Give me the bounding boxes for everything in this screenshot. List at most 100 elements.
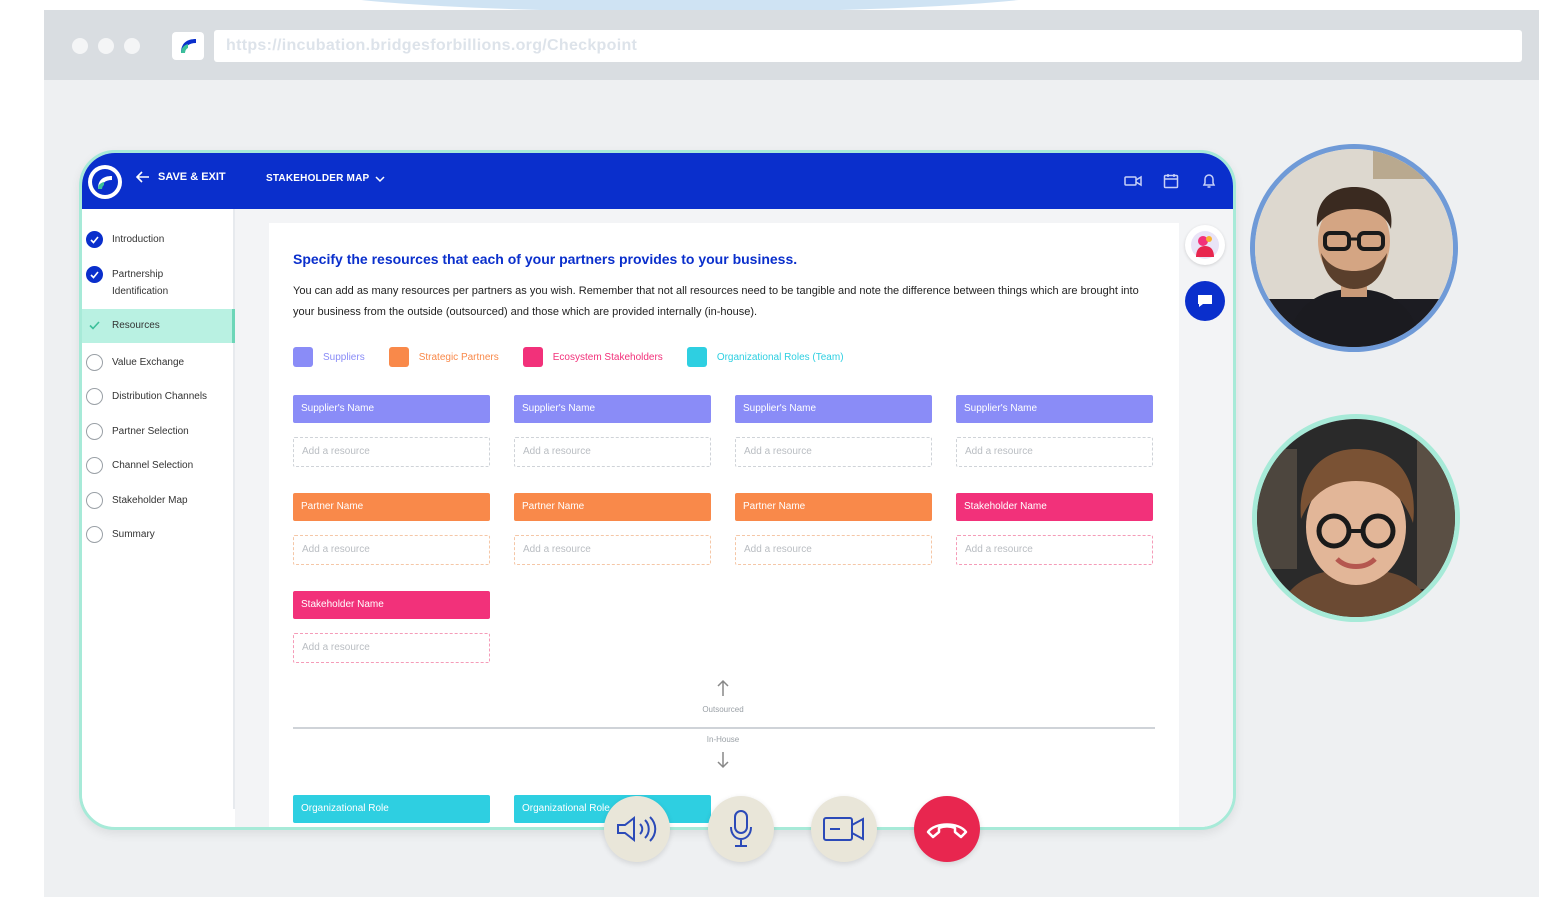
legend-label: Strategic Partners — [418, 351, 499, 363]
window-dot-close[interactable] — [72, 38, 88, 54]
sidebar-item-channel-selection[interactable]: Channel Selection — [86, 457, 193, 474]
side-actions — [1185, 225, 1231, 321]
legend-swatch — [388, 347, 409, 367]
chat-button[interactable] — [1185, 281, 1225, 321]
legend-swatch — [522, 347, 543, 367]
stakeholder-card: Stakeholder Name Add a resource — [956, 493, 1153, 565]
add-resource-field[interactable]: Add a resource — [956, 535, 1153, 565]
stakeholder-map-dropdown[interactable]: STAKEHOLDER MAP — [266, 173, 385, 184]
app-header: SAVE & EXIT STAKEHOLDER MAP — [82, 153, 1233, 209]
window-dot-minimize[interactable] — [98, 38, 114, 54]
empty-circle-icon — [86, 526, 103, 543]
card-name-field[interactable]: Partner Name — [514, 493, 711, 521]
sidebar-item-partnership-identification[interactable]: Partnership Identification — [86, 266, 206, 300]
inhouse-label: In-House — [706, 735, 740, 744]
calendar-icon[interactable] — [1161, 171, 1181, 191]
sidebar-item-label: Summary — [112, 529, 155, 540]
app-window: SAVE & EXIT STAKEHOLDER MAP Introduction… — [79, 150, 1236, 830]
video-icon[interactable] — [1123, 171, 1143, 191]
card-name-field[interactable]: Partner Name — [293, 493, 490, 521]
sidebar-item-label: Distribution Channels — [112, 391, 208, 402]
divider-line — [293, 727, 1155, 729]
sidebar-item-label: Partner Selection — [112, 426, 189, 437]
save-exit-button[interactable]: SAVE & EXIT — [136, 171, 226, 183]
site-favicon-icon — [172, 32, 204, 60]
check-icon — [86, 266, 103, 283]
legend-item-ecosystem-stakeholders: Ecosystem Stakeholders — [522, 347, 663, 367]
organizational-role-card: Organizational Role — [293, 795, 490, 823]
arrow-down-icon — [717, 752, 729, 769]
sidebar-item-resources[interactable]: Resources — [82, 309, 235, 343]
camera-button[interactable] — [811, 796, 877, 862]
supplier-card: Supplier's Name Add a resource — [514, 395, 711, 467]
sidebar-item-label: Value Exchange — [112, 357, 185, 368]
add-resource-field[interactable]: Add a resource — [735, 437, 932, 467]
supplier-card: Supplier's Name Add a resource — [956, 395, 1153, 467]
app-logo-icon[interactable] — [88, 165, 122, 199]
sidebar-item-introduction[interactable]: Introduction — [86, 231, 164, 248]
sidebar-item-label: Resources — [112, 320, 160, 331]
sidebar-item-label: Partnership Identification — [112, 269, 169, 297]
supplier-card: Supplier's Name Add a resource — [735, 395, 932, 467]
microphone-icon — [730, 810, 752, 847]
sidebar-item-label: Introduction — [112, 234, 165, 245]
page-heading: Specify the resources that each of your … — [293, 251, 798, 267]
add-resource-field[interactable]: Add a resource — [293, 437, 490, 467]
legend-swatch — [293, 347, 313, 367]
sidebar-item-summary[interactable]: Summary — [86, 526, 155, 543]
legend: Suppliers Strategic Partners Ecosystem S… — [293, 347, 844, 367]
outsourced-label: Outsourced — [702, 705, 744, 714]
sidebar-item-partner-selection[interactable]: Partner Selection — [86, 423, 189, 440]
user-avatar[interactable] — [1185, 225, 1225, 265]
card-name-field[interactable]: Organizational Role — [293, 795, 490, 823]
speaker-button[interactable] — [604, 796, 670, 862]
legend-item-strategic-partners: Strategic Partners — [388, 347, 499, 367]
partner-card: Partner Name Add a resource — [514, 493, 711, 565]
check-icon — [86, 231, 103, 248]
map-title-label: STAKEHOLDER MAP — [266, 173, 370, 184]
card-name-field[interactable]: Supplier's Name — [293, 395, 490, 423]
add-resource-field[interactable]: Add a resource — [956, 437, 1153, 467]
empty-circle-icon — [86, 423, 103, 440]
empty-circle-icon — [86, 492, 103, 509]
hang-up-button[interactable] — [914, 796, 980, 862]
card-name-field[interactable]: Stakeholder Name — [956, 493, 1153, 521]
save-exit-label: SAVE & EXIT — [158, 171, 226, 183]
sidebar-item-value-exchange[interactable]: Value Exchange — [86, 354, 184, 371]
card-name-field[interactable]: Partner Name — [735, 493, 932, 521]
legend-item-organizational-roles: Organizational Roles (Team) — [686, 347, 844, 367]
card-name-field[interactable]: Supplier's Name — [956, 395, 1153, 423]
card-name-field[interactable]: Stakeholder Name — [293, 591, 490, 619]
card-name-field[interactable]: Supplier's Name — [514, 395, 711, 423]
add-resource-field[interactable]: Add a resource — [293, 535, 490, 565]
sidebar-item-label: Channel Selection — [112, 460, 194, 471]
window-dot-maximize[interactable] — [124, 38, 140, 54]
speaker-icon — [617, 815, 657, 843]
sidebar-item-stakeholder-map[interactable]: Stakeholder Map — [86, 492, 188, 509]
microphone-button[interactable] — [708, 796, 774, 862]
legend-label: Suppliers — [323, 351, 365, 363]
add-resource-field[interactable]: Add a resource — [514, 437, 711, 467]
bell-icon[interactable] — [1199, 171, 1219, 191]
add-resource-field[interactable]: Add a resource — [735, 535, 932, 565]
participant-video-2 — [1252, 414, 1460, 622]
address-bar[interactable]: https://incubation.bridgesforbillions.or… — [214, 30, 1522, 62]
add-resource-field[interactable]: Add a resource — [514, 535, 711, 565]
card-name-field[interactable]: Supplier's Name — [735, 395, 932, 423]
empty-circle-icon — [86, 354, 103, 371]
stakeholder-card: Stakeholder Name Add a resource — [293, 591, 490, 663]
check-icon — [86, 317, 103, 334]
browser-toolbar: https://incubation.bridgesforbillions.or… — [44, 10, 1539, 80]
partner-card: Partner Name Add a resource — [293, 493, 490, 565]
camera-icon — [823, 817, 864, 841]
supplier-card: Supplier's Name Add a resource — [293, 395, 490, 467]
sidebar-item-distribution-channels[interactable]: Distribution Channels — [86, 388, 207, 405]
empty-circle-icon — [86, 457, 103, 474]
outsourced-inhouse-divider: Outsourced In-House — [293, 679, 1155, 789]
legend-label: Ecosystem Stakeholders — [552, 351, 663, 363]
legend-item-suppliers: Suppliers — [293, 347, 365, 367]
add-resource-field[interactable]: Add a resource — [293, 633, 490, 663]
hang-up-icon — [926, 823, 968, 839]
sidebar-item-label: Stakeholder Map — [112, 495, 188, 506]
participant-video-1 — [1250, 144, 1458, 352]
